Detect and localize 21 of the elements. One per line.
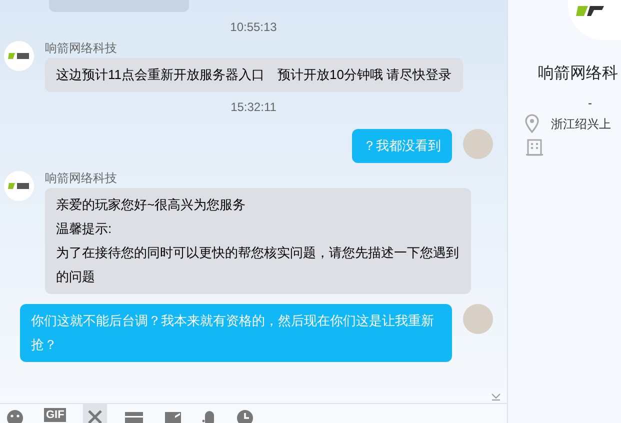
timestamp: 15:32:11 bbox=[230, 99, 278, 116]
message-text: 为了在接待您的同时可以更快的帮您核实问题，请您先描述一下您遇到的问题 bbox=[56, 244, 460, 286]
message-text: ？我都没看到 bbox=[363, 137, 441, 155]
message-text: 你们这就不能后台调？我本来就有资格的，然后现在你们这是让我重新抢？ bbox=[31, 312, 435, 354]
profile-signature: - bbox=[588, 95, 593, 112]
scissors-button[interactable] bbox=[83, 404, 108, 423]
profile-address: 浙江绍兴上 bbox=[551, 116, 611, 132]
message-text: 亲爱的玩家您好~很高兴为您服务 bbox=[56, 196, 247, 214]
location-icon bbox=[525, 114, 539, 133]
avatar-photo bbox=[463, 129, 493, 159]
message-text: 温馨提示: bbox=[56, 220, 113, 238]
message-text: 这边预计11点会重新开放服务器入口 预计开放10分钟哦 请尽快登录 bbox=[56, 66, 452, 84]
timestamp: 10:55:13 bbox=[229, 19, 278, 36]
scroll-down-icon[interactable] bbox=[491, 393, 501, 401]
avatar-logo bbox=[4, 171, 34, 201]
sender-name: 响箭网络科技 bbox=[45, 41, 118, 55]
avatar-photo bbox=[463, 304, 493, 334]
profile-name: 响箭网络科 bbox=[538, 64, 619, 84]
sender-name: 响箭网络科技 bbox=[45, 171, 118, 185]
avatar-logo bbox=[4, 41, 34, 71]
building-icon bbox=[526, 139, 543, 156]
